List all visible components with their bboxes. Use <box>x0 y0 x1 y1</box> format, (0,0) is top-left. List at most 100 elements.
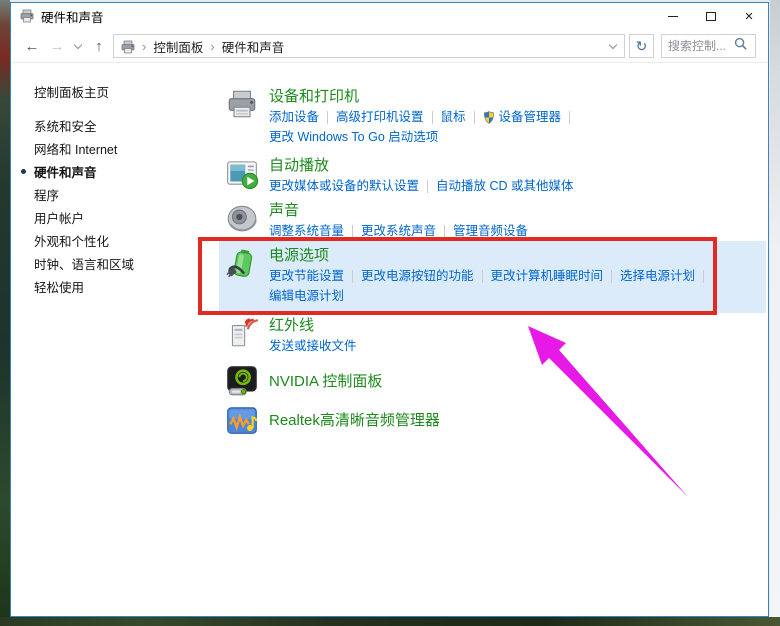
task-link-label: 更改节能设置 <box>269 266 344 286</box>
minimize-icon <box>668 16 678 17</box>
hardware-and-sound-icon <box>19 8 35 24</box>
section-autoplay: 自动播放更改媒体或设备的默认设置自动播放 CD 或其他媒体 <box>225 156 574 196</box>
task-link[interactable]: 更改系统声音 <box>361 221 436 241</box>
maximize-icon <box>706 12 716 21</box>
link-separator <box>474 111 475 124</box>
infrared-icon[interactable] <box>225 316 259 350</box>
task-link[interactable]: 调整系统音量 <box>269 221 344 241</box>
sidebar-item-label: 用户帐户 <box>34 208 84 227</box>
task-link-label: 更改媒体或设备的默认设置 <box>269 176 419 196</box>
title-bar: 硬件和声音 × <box>11 3 768 29</box>
link-separator <box>482 270 483 283</box>
search-icon[interactable] <box>734 37 748 56</box>
sidebar-item-label: 硬件和声音 <box>34 162 97 181</box>
breadcrumb-hardware-and-sound[interactable]: 硬件和声音 <box>222 37 285 56</box>
task-link[interactable]: 鼠标 <box>441 107 466 127</box>
task-link-label: 更改计算机睡眠时间 <box>491 266 604 286</box>
section-title-autoplay[interactable]: 自动播放 <box>269 156 329 175</box>
task-link[interactable]: 管理音频设备 <box>453 221 528 241</box>
task-link-label: 添加设备 <box>269 107 319 127</box>
link-separator <box>432 111 433 124</box>
maximize-button[interactable] <box>692 3 730 29</box>
sidebar-item-label: 轻松使用 <box>34 277 84 296</box>
task-link[interactable]: 更改媒体或设备的默认设置 <box>269 176 419 196</box>
chevron-down-icon <box>74 40 82 48</box>
section-title-realtek-audio-manager[interactable]: Realtek高清晰音频管理器 <box>269 411 440 430</box>
current-page-bullet-icon <box>21 169 26 174</box>
sidebar-item-1[interactable]: 系统和安全 <box>34 114 214 137</box>
battery-icon[interactable] <box>225 246 259 280</box>
task-link[interactable]: 更改计算机睡眠时间 <box>491 266 604 286</box>
speaker-icon[interactable] <box>225 201 259 235</box>
task-link-label: 高级打印机设置 <box>336 107 424 127</box>
task-link-label: 设备管理器 <box>499 107 562 127</box>
task-link-label: 自动播放 CD 或其他媒体 <box>436 176 574 196</box>
task-link[interactable]: 更改电源按钮的功能 <box>361 266 474 286</box>
address-dropdown-icon[interactable] <box>609 41 617 49</box>
address-root-icon <box>120 39 135 54</box>
task-link[interactable]: 更改节能设置 <box>269 266 344 286</box>
navigation-bar: ← → ↑ › 控制面板 › 硬件和声音 ↻ <box>11 29 768 63</box>
section-title-power-options[interactable]: 电源选项 <box>269 246 329 265</box>
close-button[interactable]: × <box>730 3 768 29</box>
task-link-label: 鼠标 <box>441 107 466 127</box>
autoplay-icon[interactable] <box>225 156 259 190</box>
task-link[interactable]: 编辑电源计划 <box>269 286 344 306</box>
sidebar-item-3[interactable]: 硬件和声音 <box>34 160 214 183</box>
link-separator <box>569 111 570 124</box>
sidebar-item-0[interactable]: 控制面板主页 <box>34 80 214 103</box>
task-link-label: 编辑电源计划 <box>269 286 344 306</box>
section-title-devices-and-printers[interactable]: 设备和打印机 <box>269 87 359 106</box>
sidebar-item-6[interactable]: 外观和个性化 <box>34 229 214 252</box>
task-link[interactable]: 高级打印机设置 <box>336 107 424 127</box>
link-separator <box>427 180 428 193</box>
printer-icon[interactable] <box>225 87 259 121</box>
section-sound: 声音调整系统音量更改系统声音管理音频设备 <box>225 201 528 241</box>
forward-button: → <box>45 29 69 63</box>
link-separator <box>703 270 704 283</box>
task-link-label: 选择电源计划 <box>620 266 695 286</box>
uac-shield-icon <box>483 111 495 124</box>
section-nvidia-control-panel: NVIDIA 控制面板 <box>225 364 382 398</box>
link-separator <box>444 225 445 238</box>
realtek-icon[interactable] <box>225 403 259 437</box>
window-title: 硬件和声音 <box>41 7 104 26</box>
task-link-label: 更改 Windows To Go 启动选项 <box>269 127 438 147</box>
task-link[interactable]: 发送或接收文件 <box>269 336 357 356</box>
task-link[interactable]: 自动播放 CD 或其他媒体 <box>436 176 574 196</box>
minimize-button[interactable] <box>654 3 692 29</box>
search-input[interactable] <box>668 39 734 53</box>
nvidia-icon[interactable] <box>225 364 259 398</box>
link-separator <box>611 270 612 283</box>
up-button[interactable]: ↑ <box>87 29 111 63</box>
task-link-label: 发送或接收文件 <box>269 336 357 356</box>
task-link[interactable]: 设备管理器 <box>483 107 562 127</box>
breadcrumb-control-panel[interactable]: 控制面板 <box>153 37 203 56</box>
section-title-infrared[interactable]: 红外线 <box>269 316 314 335</box>
address-bar[interactable]: › 控制面板 › 硬件和声音 <box>113 34 625 58</box>
task-link[interactable]: 选择电源计划 <box>620 266 695 286</box>
sidebar-item-7[interactable]: 时钟、语言和区域 <box>34 252 214 275</box>
task-link-label: 管理音频设备 <box>453 221 528 241</box>
sidebar-item-2[interactable]: 网络和 Internet <box>34 137 214 160</box>
close-icon: × <box>745 9 754 24</box>
sidebar-item-5[interactable]: 用户帐户 <box>34 206 214 229</box>
task-link[interactable]: 添加设备 <box>269 107 319 127</box>
sidebar-item-8[interactable]: 轻松使用 <box>34 275 214 298</box>
control-panel-window: 硬件和声音 × ← → ↑ › 控制面板 › 硬件和声音 ↻ <box>10 2 769 617</box>
link-separator <box>352 270 353 283</box>
back-button[interactable]: ← <box>19 29 45 63</box>
task-link[interactable]: 更改 Windows To Go 启动选项 <box>269 127 438 147</box>
sidebar-item-label: 控制面板主页 <box>34 82 109 101</box>
section-title-sound[interactable]: 声音 <box>269 201 299 220</box>
link-separator <box>327 111 328 124</box>
sidebar-item-4[interactable]: 程序 <box>34 183 214 206</box>
section-realtek-audio-manager: Realtek高清晰音频管理器 <box>225 403 440 437</box>
sidebar-item-label: 系统和安全 <box>34 116 97 135</box>
recent-pages-dropdown[interactable] <box>71 29 85 63</box>
section-title-nvidia-control-panel[interactable]: NVIDIA 控制面板 <box>269 372 382 391</box>
sidebar-items: 控制面板主页系统和安全网络和 Internet 硬件和声音程序用户帐户外观和个性化… <box>34 80 214 298</box>
breadcrumb-separator: › <box>142 39 146 54</box>
refresh-button[interactable]: ↻ <box>629 34 654 58</box>
sidebar-item-label: 时钟、语言和区域 <box>34 254 134 273</box>
